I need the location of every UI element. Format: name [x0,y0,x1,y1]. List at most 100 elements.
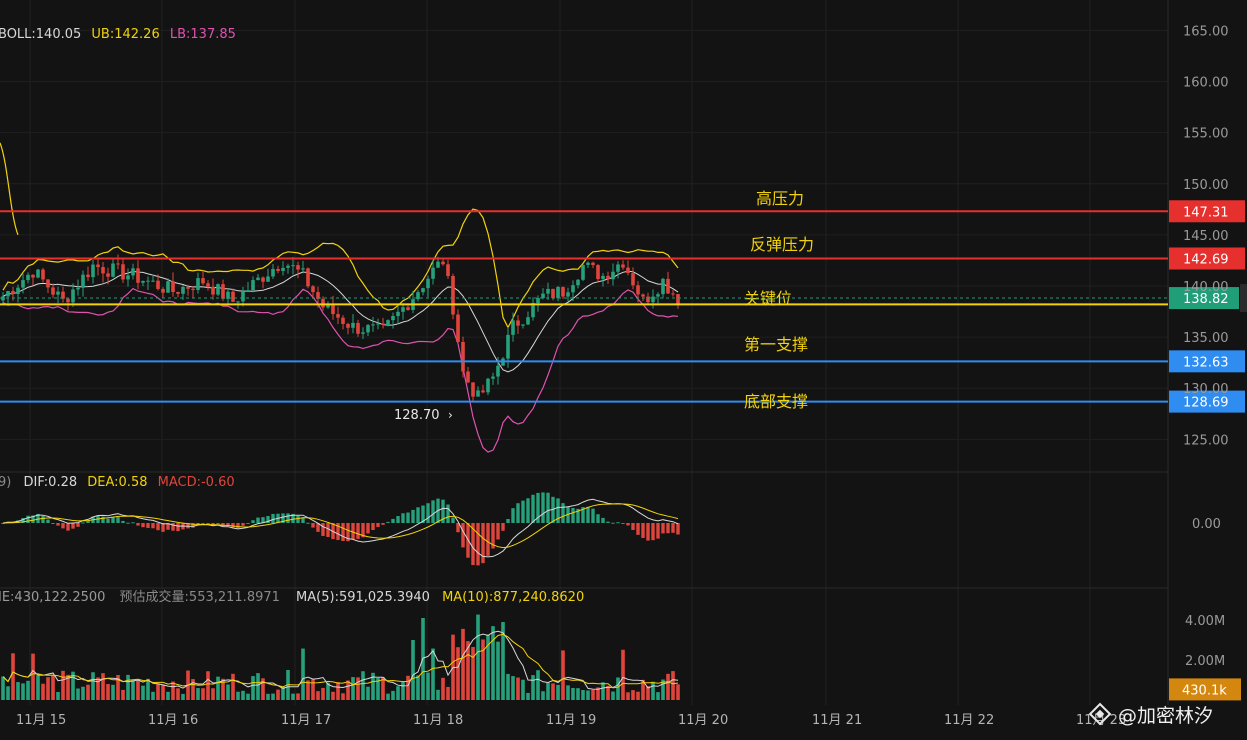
macd-prefix: 9) [0,475,11,490]
candle-body [361,332,365,334]
macd-bar [406,512,410,523]
candle-body [666,278,670,294]
macd-bar [611,522,615,524]
boll-mid-value: BOLL:140.05 [0,27,81,42]
candle-body [601,275,605,280]
volume-bar [246,693,250,700]
candle-body [116,263,120,265]
candle-body [331,304,335,315]
candle [471,382,475,402]
candle [146,276,150,291]
macd-bar [541,492,545,523]
time-tick-2: 11月 17 [281,713,331,728]
candle-body [516,320,520,326]
candle [251,276,255,293]
volume-bar [56,691,60,700]
volume-bar [76,688,80,700]
candle-body [16,287,20,294]
macd-bar [656,523,660,539]
volume-bar [591,689,595,700]
price-tick-0: 165.00 [1183,24,1229,39]
volume-bar [206,671,210,700]
bollinger-bands [0,142,679,453]
candle-body [66,298,70,303]
macd-bar [481,523,485,564]
macd-bar [251,520,255,523]
candle-body [231,291,235,302]
candle-body [436,261,440,268]
volume-bar [611,691,615,700]
level-badge-text-0: 147.31 [1183,205,1229,220]
macd-bar [426,503,430,523]
volume-tick-1: 2.00M [1185,654,1225,669]
macd-bar [606,521,610,523]
price-tick-5: 140.00 [1183,280,1229,295]
volume-bar [431,648,435,700]
candle-body [441,261,445,265]
candle-body [661,278,665,295]
volume-bar [201,688,205,700]
macd-bar [56,523,60,526]
level-badge-text-1: 142.69 [1183,253,1229,268]
candle [461,336,465,378]
volume-bar [526,692,530,700]
candle [16,284,20,303]
volume-bar [176,688,180,700]
candle-body [366,325,370,333]
candle-body [301,268,305,270]
volume-bar [531,675,535,700]
chart-canvas[interactable]: 高压力147.31反弹压力142.69关键位第一支撑132.63底部支撑 128.… [0,0,1247,740]
candle-body [206,283,210,287]
volume-bar [306,680,310,700]
candle [336,306,340,325]
candle-body [36,269,40,278]
macd-bar [46,519,50,523]
volume-bar [181,693,185,700]
candle [551,288,555,301]
volume-bar [541,691,545,700]
candle [41,267,45,283]
candle [626,260,630,276]
volume-bar [601,682,605,700]
time-tick-3: 11月 18 [413,713,463,728]
volume-bar [126,674,130,700]
candle-body [241,291,245,302]
candle [11,286,15,301]
volume-bar [331,691,335,700]
macd-bar [26,515,30,523]
candle-body [656,294,660,297]
candle [206,280,210,291]
candle-body [641,294,645,297]
candle [126,268,130,287]
macd-bar [416,507,420,523]
candle-body [76,287,80,290]
boll-upper-start [0,142,19,236]
candle [96,257,100,276]
candle-body [476,390,480,397]
volume-bar [16,682,20,700]
candle-body [31,274,35,278]
candle-body [586,262,590,265]
candle [391,312,395,329]
price-tick-4: 145.00 [1183,229,1229,244]
candle [581,264,585,282]
candle-body [196,278,200,290]
volume-bar [576,688,580,700]
macd-bar [296,515,300,523]
candle-body [96,264,100,268]
volume-bar [481,639,485,700]
volume-bar [366,686,370,700]
price-axis: 165.00 160.00 155.00 150.00 145.00 140.00 135.… [1183,24,1229,669]
candle-body [611,271,615,280]
candle [6,290,10,304]
volume-bar [506,673,510,700]
candle-body [201,278,205,284]
candle-body [136,268,140,283]
volume-bar [226,684,230,700]
volume-bar [656,692,660,700]
volume-bar [381,677,385,700]
candle-body [51,287,55,295]
macd-bar [231,523,235,528]
candle [266,268,270,282]
volume-bar [216,676,220,700]
